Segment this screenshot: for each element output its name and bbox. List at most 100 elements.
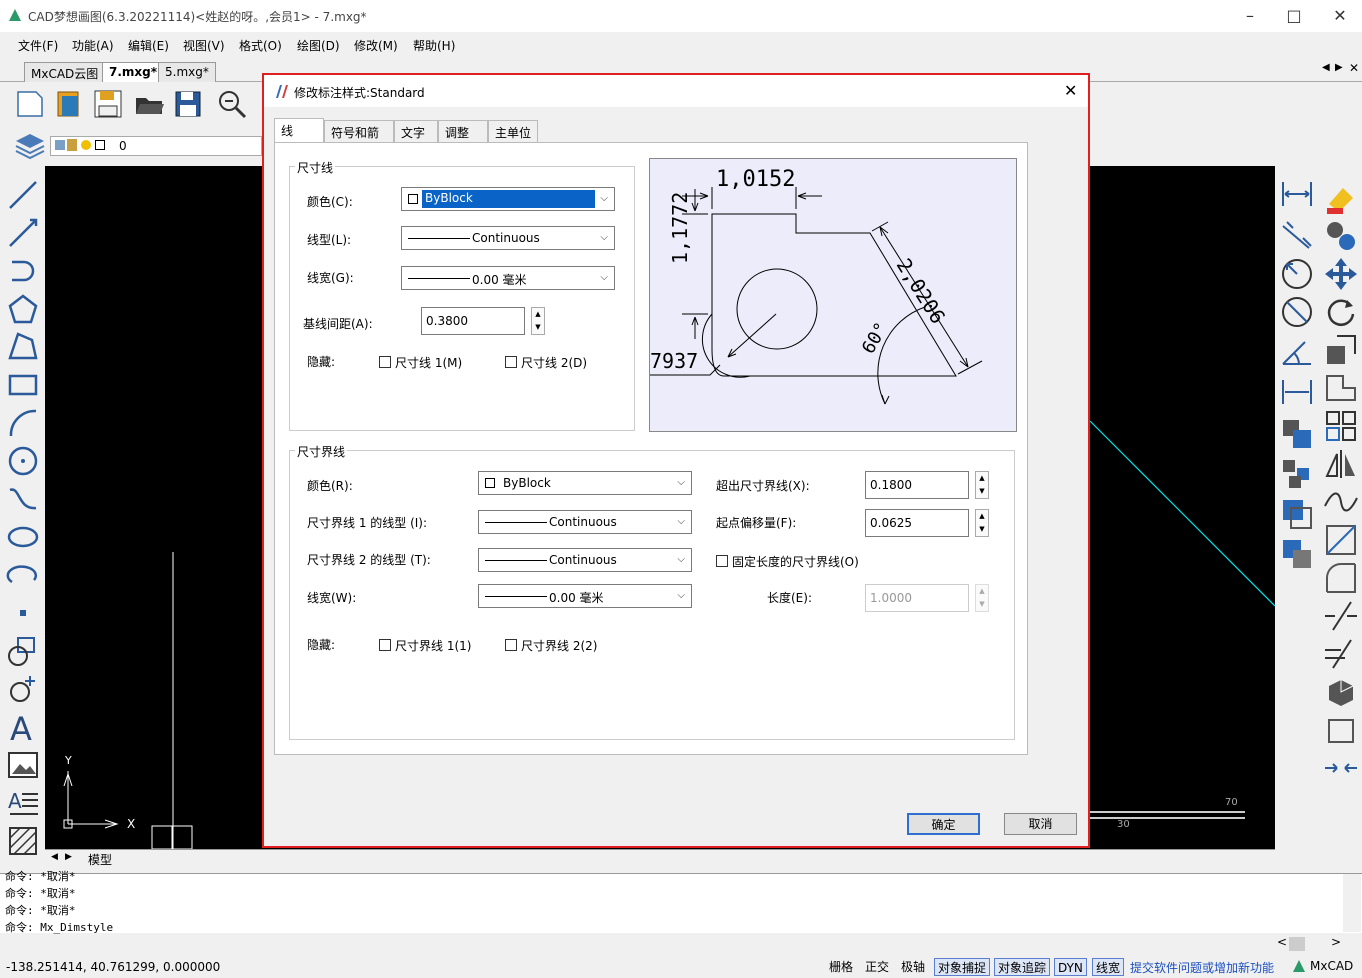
tab-scroll-left-icon[interactable]: ◀ xyxy=(1322,62,1330,73)
dim-color-select[interactable]: ByBlock ⌵ xyxy=(401,187,615,211)
command-history[interactable]: 命令: *取消* 命令: *取消* 命令: *取消* 命令: Mx_Dimsty… xyxy=(0,870,1362,934)
layers-icon[interactable] xyxy=(14,130,46,162)
length-input[interactable]: 1.0000 xyxy=(865,584,969,612)
offset-icon[interactable] xyxy=(1279,496,1315,532)
rectangle-icon[interactable] xyxy=(6,368,40,402)
polyline-icon[interactable] xyxy=(6,216,40,250)
arc-icon[interactable] xyxy=(6,406,40,440)
extend-icon[interactable] xyxy=(1323,636,1359,672)
scroll-right-icon[interactable]: > xyxy=(1331,935,1341,949)
fixed-length-checkbox[interactable] xyxy=(716,555,728,567)
grid-toggle[interactable]: 栅格 xyxy=(826,958,856,976)
origin-offset-input[interactable]: 0.0625 xyxy=(865,509,969,537)
open-folder-icon[interactable] xyxy=(134,88,166,120)
hscroll[interactable]: < > xyxy=(1275,935,1362,953)
ext-color-select[interactable]: ByBlock ⌵ xyxy=(478,471,692,495)
array-icon[interactable] xyxy=(1279,456,1315,492)
image-icon[interactable] xyxy=(6,748,40,782)
tab-model[interactable]: 模型 xyxy=(88,851,112,868)
mtext-icon[interactable]: A xyxy=(6,786,40,820)
command-scrollbar[interactable] xyxy=(1343,874,1361,932)
tab-primary-units[interactable]: 主单位 xyxy=(488,120,538,142)
dim-aligned-icon[interactable] xyxy=(1279,216,1315,252)
ext-lw-select[interactable]: 0.00 毫米 ⌵ xyxy=(478,584,692,608)
tab-5-mxg[interactable]: 5.mxg* xyxy=(158,62,216,82)
tab-scroll-right-icon[interactable]: ▶ xyxy=(1335,62,1343,73)
polar-toggle[interactable]: 极轴 xyxy=(898,958,928,976)
feedback-link[interactable]: 提交软件问题或增加新功能 xyxy=(1130,959,1274,976)
lineweight-toggle[interactable]: 线宽 xyxy=(1092,958,1125,976)
tab-7-mxg[interactable]: 7.mxg* xyxy=(102,62,165,82)
tab-symbols-arrows[interactable]: 符号和箭头 xyxy=(324,120,394,157)
dim-radius-icon[interactable] xyxy=(1279,256,1315,292)
baseline-spacing-input[interactable]: 0.3800 xyxy=(421,307,525,335)
stretch-icon[interactable] xyxy=(1323,370,1359,406)
open-template-icon[interactable] xyxy=(54,88,86,120)
dim-lineweight-select[interactable]: 0.00 毫米 ⌵ xyxy=(401,266,615,290)
tab-close-icon[interactable]: ✕ xyxy=(1349,61,1359,75)
menu-function[interactable]: 功能(A) xyxy=(72,37,114,54)
dim-angular-icon[interactable] xyxy=(1279,334,1315,370)
minimize-button[interactable]: – xyxy=(1230,4,1270,28)
copy-icon[interactable] xyxy=(1323,218,1359,254)
menu-draw[interactable]: 绘图(D) xyxy=(297,37,340,54)
fillet-icon[interactable] xyxy=(1323,560,1359,596)
ortho-toggle[interactable]: 正交 xyxy=(862,958,892,976)
move-icon[interactable] xyxy=(1323,256,1359,292)
menu-edit[interactable]: 编辑(E) xyxy=(128,37,169,54)
new-file-icon[interactable] xyxy=(14,88,46,120)
tab-fit[interactable]: 调整 xyxy=(438,120,488,142)
zoom-icon[interactable] xyxy=(216,88,248,120)
point-icon[interactable] xyxy=(6,596,40,630)
rotate-icon[interactable] xyxy=(1323,294,1359,330)
save-icon[interactable] xyxy=(92,88,124,120)
ext-lt2-select[interactable]: Continuous ⌵ xyxy=(478,548,692,572)
dialog-close-icon[interactable]: ✕ xyxy=(1064,81,1077,100)
block-insert-icon[interactable] xyxy=(6,634,40,668)
menu-modify[interactable]: 修改(M) xyxy=(354,37,398,54)
hide-dim1-checkbox[interactable] xyxy=(379,356,391,368)
explode-icon[interactable] xyxy=(1323,674,1359,710)
hide-ext1-checkbox[interactable] xyxy=(379,639,391,651)
ext-lt1-select[interactable]: Continuous ⌵ xyxy=(478,510,692,534)
chamfer-icon[interactable] xyxy=(1323,522,1359,558)
tab-text[interactable]: 文字 xyxy=(394,120,438,142)
copy-objects-icon[interactable] xyxy=(1279,416,1315,452)
tab-mxcad-cloud[interactable]: MxCAD云图 xyxy=(24,62,106,82)
length-spinner[interactable]: ▲ ▼ xyxy=(975,584,989,612)
scroll-thumb[interactable] xyxy=(1289,937,1305,951)
hide-ext2-checkbox[interactable] xyxy=(505,639,517,651)
ok-button[interactable]: 确定 xyxy=(907,813,980,835)
menu-file[interactable]: 文件(F) xyxy=(18,37,58,54)
join-icon[interactable] xyxy=(1323,712,1359,748)
extend-beyond-input[interactable]: 0.1800 xyxy=(865,471,969,499)
extend-beyond-spinner[interactable]: ▲ ▼ xyxy=(975,471,989,499)
ellipse-arc-icon[interactable] xyxy=(6,558,40,592)
tab-lines[interactable]: 线 xyxy=(274,118,324,142)
ellipse-icon[interactable] xyxy=(6,520,40,554)
polygon-icon[interactable] xyxy=(6,292,40,326)
circle-icon[interactable] xyxy=(6,444,40,478)
hide-dim2-checkbox[interactable] xyxy=(505,356,517,368)
layout-prev-icon[interactable]: ◀ xyxy=(51,852,58,862)
dim-continue-icon[interactable] xyxy=(1279,374,1315,410)
dim-linear-icon[interactable] xyxy=(1279,176,1315,212)
save-all-icon[interactable] xyxy=(172,88,204,120)
erase-icon[interactable] xyxy=(1323,180,1359,216)
dyn-toggle[interactable]: DYN xyxy=(1054,958,1087,976)
line-icon[interactable] xyxy=(6,178,40,212)
osnap-toggle[interactable]: 对象捕捉 xyxy=(934,958,991,976)
menu-format[interactable]: 格式(O) xyxy=(239,37,282,54)
maximize-button[interactable]: □ xyxy=(1274,4,1314,28)
menu-help[interactable]: 帮助(H) xyxy=(413,37,455,54)
make-block-icon[interactable] xyxy=(6,672,40,706)
layout-next-icon[interactable]: ▶ xyxy=(65,852,72,862)
scale-icon[interactable] xyxy=(1323,332,1359,368)
dim-linetype-select[interactable]: Continuous ⌵ xyxy=(401,226,615,250)
mirror-icon[interactable] xyxy=(1323,446,1359,482)
scroll-left-icon[interactable]: < xyxy=(1277,935,1287,949)
layer-select[interactable]: 0 xyxy=(50,136,262,156)
trim-icon[interactable] xyxy=(1323,598,1359,634)
menu-view[interactable]: 视图(V) xyxy=(183,37,225,54)
close-window-button[interactable]: ✕ xyxy=(1320,4,1360,28)
